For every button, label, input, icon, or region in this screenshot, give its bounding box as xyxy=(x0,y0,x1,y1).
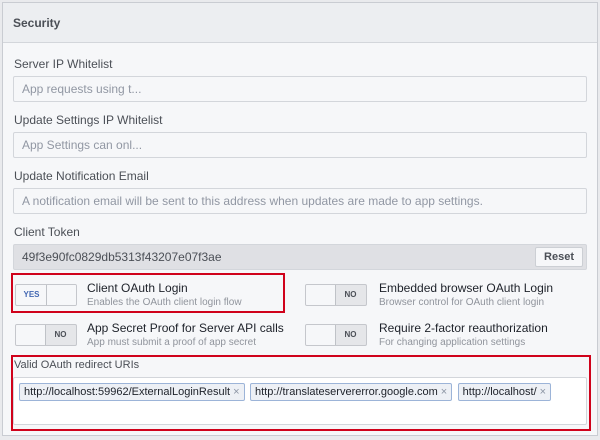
app-secret-proof-description: App must submit a proof of app secret xyxy=(87,337,256,348)
client-oauth-login-toggle-state: YES xyxy=(23,290,40,299)
embedded-browser-oauth-toggle-state: NO xyxy=(344,290,357,299)
app-secret-proof-toggle[interactable]: NO xyxy=(15,324,77,346)
redirect-uri-tag: http://localhost:59962/ExternalLoginResu… xyxy=(19,383,245,401)
embedded-browser-oauth-title: Embedded browser OAuth Login xyxy=(379,281,554,295)
toggle-knob xyxy=(306,285,336,305)
redirect-uri-tag-list: http://localhost:59962/ExternalLoginResu… xyxy=(19,382,552,401)
require-2fa-title: Require 2-factor reauthorization xyxy=(379,321,548,335)
update-notification-email-label: Update Notification Email xyxy=(14,169,149,183)
embedded-browser-oauth-toggle[interactable]: NO xyxy=(305,284,367,306)
update-settings-ip-whitelist-input[interactable] xyxy=(13,132,587,158)
panel-title: Security xyxy=(3,3,597,43)
client-oauth-login-description: Enables the OAuth client login flow xyxy=(87,297,242,308)
require-2fa-toggle-state: NO xyxy=(344,330,357,339)
client-oauth-login-title: Client OAuth Login xyxy=(87,281,188,295)
toggle-knob xyxy=(46,285,76,305)
client-token-field: 49f3e90fc0829db5313f43207e07f3ae Reset xyxy=(13,244,587,270)
redirect-uri-tag: http://localhost/× xyxy=(457,383,552,401)
remove-tag-icon[interactable]: × xyxy=(233,384,239,400)
remove-tag-icon[interactable]: × xyxy=(441,384,447,400)
redirect-uri-tag-text: http://translateservererror.google.com xyxy=(254,386,438,398)
redirect-uri-tag-text: http://localhost:59962/ExternalLoginResu… xyxy=(24,386,231,398)
reset-token-button[interactable]: Reset xyxy=(535,247,583,267)
redirect-uris-label: Valid OAuth redirect URIs xyxy=(14,359,140,371)
remove-tag-icon[interactable]: × xyxy=(540,384,546,400)
app-secret-proof-toggle-state: NO xyxy=(54,330,67,339)
redirect-uris-input[interactable]: http://localhost:59962/ExternalLoginResu… xyxy=(13,377,587,425)
toggle-knob xyxy=(306,325,336,345)
server-ip-whitelist-label: Server IP Whitelist xyxy=(14,57,113,71)
client-token-value: 49f3e90fc0829db5313f43207e07f3ae xyxy=(22,250,222,264)
require-2fa-toggle[interactable]: NO xyxy=(305,324,367,346)
embedded-browser-oauth-description: Browser control for OAuth client login xyxy=(379,297,545,308)
redirect-uri-tag: http://translateservererror.google.com × xyxy=(249,383,453,401)
update-notification-email-input[interactable] xyxy=(13,188,587,214)
client-token-label: Client Token xyxy=(14,225,80,239)
app-secret-proof-title: App Secret Proof for Server API calls xyxy=(87,321,284,335)
toggle-knob xyxy=(16,325,46,345)
require-2fa-description: For changing application settings xyxy=(379,337,526,348)
server-ip-whitelist-input[interactable] xyxy=(13,76,587,102)
redirect-uri-tag-text: http://localhost/ xyxy=(462,386,537,398)
update-settings-ip-whitelist-label: Update Settings IP Whitelist xyxy=(14,113,163,127)
security-panel: Security Server IP Whitelist Update Sett… xyxy=(2,2,598,436)
client-oauth-login-toggle[interactable]: YES xyxy=(15,284,77,306)
